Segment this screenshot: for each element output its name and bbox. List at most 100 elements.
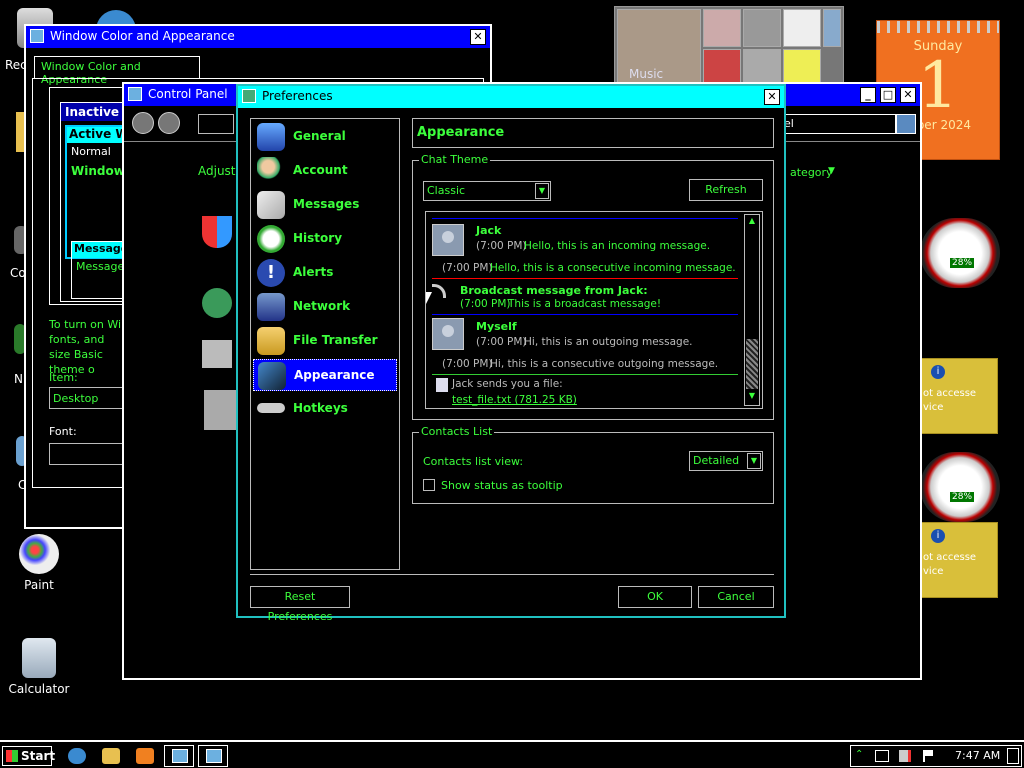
desktop-icon-label: Paint xyxy=(24,578,54,592)
nav-item-alerts[interactable]: ! Alerts xyxy=(253,257,397,289)
media-player-icon[interactable] xyxy=(136,748,154,764)
file-link[interactable]: test_file.txt (781.25 KB) xyxy=(452,394,577,406)
category-view-link[interactable]: ategory xyxy=(790,166,833,179)
avatar xyxy=(432,224,464,256)
desktop-icon-calculator[interactable]: Calculator xyxy=(4,638,74,696)
window-icon xyxy=(206,749,222,763)
desktop-icon-paint[interactable]: Paint xyxy=(4,534,74,592)
chat-theme-group: Chat Theme Classic ▼ Refresh Jack (7:00 … xyxy=(412,153,774,420)
preferences-nav: General Account Messages History ! Alert… xyxy=(250,118,400,570)
ok-button[interactable]: OK xyxy=(618,586,692,608)
maximize-button[interactable]: □ xyxy=(880,87,896,103)
media-tile[interactable] xyxy=(783,9,821,47)
close-button[interactable]: ✕ xyxy=(470,29,486,45)
cancel-button[interactable]: Cancel xyxy=(698,586,774,608)
chevron-down-icon[interactable]: ▼ xyxy=(828,166,835,176)
media-tile[interactable] xyxy=(703,9,741,47)
preferences-dialog[interactable]: Preferences ✕ General Account Messages H… xyxy=(236,84,786,623)
adjust-label: Adjust xyxy=(198,164,236,178)
item-label: Item: xyxy=(49,371,78,384)
taskbar-clock[interactable]: 7:47 AM xyxy=(955,749,1000,762)
monitor-icon xyxy=(257,123,285,151)
message-text: Hi, this is an outgoing message. xyxy=(524,336,693,348)
item-select[interactable]: Desktop xyxy=(49,387,129,409)
nav-item-account[interactable]: Account xyxy=(253,155,397,187)
title-bar[interactable]: Window Color and Appearance ✕ xyxy=(26,26,490,48)
scroll-down-icon[interactable]: ▼ xyxy=(746,391,758,405)
media-tiles-widget[interactable]: Music xyxy=(614,6,844,88)
gauge-percent: 28% xyxy=(950,258,975,268)
nav-label: Network xyxy=(293,299,351,313)
chevron-down-icon: ▼ xyxy=(747,453,761,469)
search-input[interactable]: nel xyxy=(774,114,896,134)
network-status-icon[interactable] xyxy=(875,750,889,762)
envelope-icon xyxy=(257,191,285,219)
chevron-down-icon: ▼ xyxy=(535,183,549,199)
start-button[interactable]: Start xyxy=(2,746,55,766)
reset-preferences-button[interactable]: Reset Preferences xyxy=(250,586,350,623)
preferences-icon xyxy=(242,89,256,103)
message-time: (7:00 PM) xyxy=(476,336,527,348)
nav-label: Account xyxy=(293,163,348,177)
nav-label: History xyxy=(293,231,343,245)
close-button[interactable]: ✕ xyxy=(764,89,780,105)
show-desktop-button[interactable] xyxy=(1007,748,1019,764)
minimize-button[interactable]: _ xyxy=(860,87,876,103)
info-icon: i xyxy=(931,365,945,379)
folder-icon xyxy=(257,327,285,355)
appearance-icon xyxy=(258,362,286,390)
users-icon xyxy=(257,157,285,185)
nav-item-hotkeys[interactable]: Hotkeys xyxy=(253,393,397,425)
media-tile[interactable] xyxy=(743,9,781,47)
taskbar-item-control-panel[interactable] xyxy=(164,745,194,767)
checkbox-label[interactable]: Show status as tooltip xyxy=(441,479,563,492)
address-bar[interactable] xyxy=(198,114,234,134)
window-title: Window Color and Appearance xyxy=(50,29,235,43)
nav-item-network[interactable]: Network xyxy=(253,291,397,323)
broadcast-icon xyxy=(432,284,446,298)
nav-item-history[interactable]: History xyxy=(253,223,397,255)
chat-preview[interactable]: Jack (7:00 PM) Hello, this is an incomin… xyxy=(425,211,763,409)
font-select[interactable] xyxy=(49,443,129,465)
mouse-cursor xyxy=(426,292,432,304)
internet-explorer-icon[interactable] xyxy=(68,748,86,764)
cpu-gauge-widget[interactable]: 28% xyxy=(920,452,1000,522)
separator xyxy=(432,314,738,315)
search-icon[interactable] xyxy=(896,114,916,134)
back-icon[interactable] xyxy=(132,112,154,134)
taskbar-item-preferences[interactable] xyxy=(198,745,228,767)
nav-label: Alerts xyxy=(293,265,334,279)
nav-item-file-transfer[interactable]: File Transfer xyxy=(253,325,397,357)
separator xyxy=(432,374,738,375)
gauge-percent: 28% xyxy=(950,492,975,502)
close-button[interactable]: ✕ xyxy=(900,87,916,103)
hardware-printer-icon xyxy=(202,340,232,368)
action-center-flag-icon[interactable] xyxy=(923,750,933,762)
show-status-tooltip-checkbox[interactable] xyxy=(423,479,435,491)
message-time: (7:00 PM) xyxy=(442,358,493,370)
scroll-up-icon[interactable]: ▲ xyxy=(746,216,758,230)
chat-scrollbar[interactable]: ▲ ▼ xyxy=(744,214,760,406)
theme-select[interactable]: Classic ▼ xyxy=(423,181,551,201)
title-bar[interactable]: Preferences ✕ xyxy=(238,86,784,108)
panel-header: Appearance xyxy=(412,118,774,148)
contacts-view-select[interactable]: Detailed ▼ xyxy=(689,451,763,471)
nav-item-appearance[interactable]: Appearance xyxy=(253,359,397,391)
window-icon xyxy=(172,749,188,763)
cpu-gauge-widget[interactable]: 28% xyxy=(920,218,1000,288)
scroll-thumb[interactable] xyxy=(746,339,758,389)
volume-muted-icon[interactable] xyxy=(899,750,911,762)
tab-window-color[interactable]: Window Color and Appearance xyxy=(34,56,200,86)
alert-icon: ! xyxy=(257,259,285,287)
info-icon: i xyxy=(931,529,945,543)
nav-item-general[interactable]: General xyxy=(253,121,397,153)
refresh-button[interactable]: Refresh xyxy=(689,179,763,201)
forward-icon[interactable] xyxy=(158,112,180,134)
notice-widget[interactable]: i ot accesse vice xyxy=(918,358,998,434)
explorer-folder-icon[interactable] xyxy=(102,748,120,764)
nav-item-messages[interactable]: Messages xyxy=(253,189,397,221)
windows-logo-icon xyxy=(6,750,18,762)
media-tile[interactable] xyxy=(823,9,841,47)
show-hidden-icons-icon[interactable]: ⌃ xyxy=(855,749,863,760)
notice-widget[interactable]: i ot accesse vice xyxy=(918,522,998,598)
